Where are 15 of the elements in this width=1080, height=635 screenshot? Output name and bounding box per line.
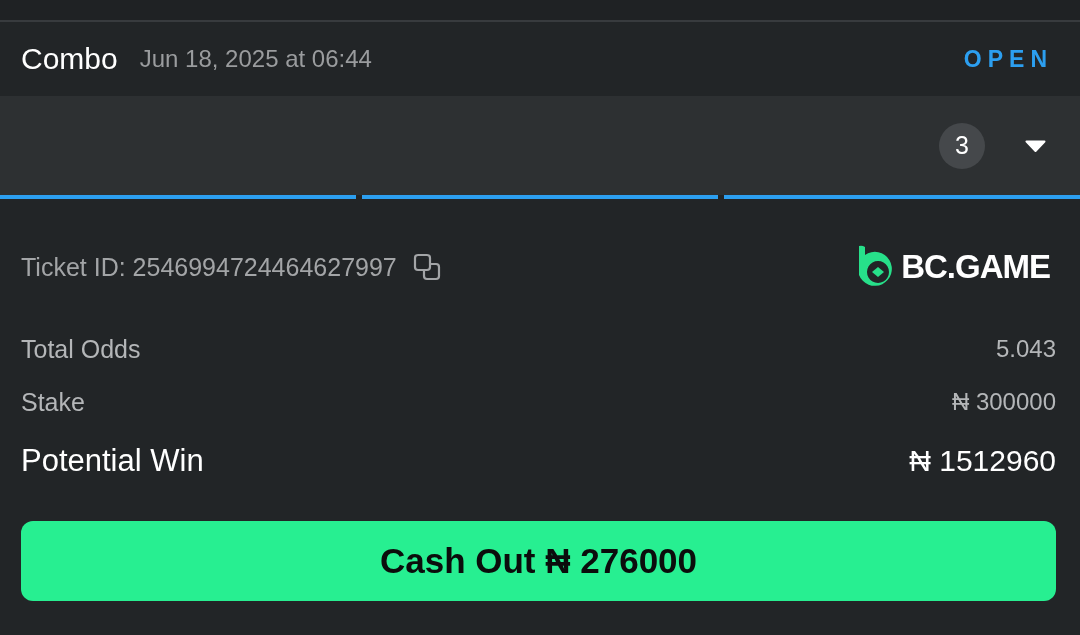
caret-down-icon[interactable] bbox=[1025, 139, 1046, 152]
copy-icon[interactable] bbox=[412, 253, 441, 281]
ticket-id: Ticket ID: 2546994724464627997 bbox=[21, 252, 397, 282]
summary-value: ₦ 1512960 bbox=[909, 444, 1056, 478]
summary-label: Stake bbox=[21, 387, 85, 417]
summary-value: 5.043 bbox=[995, 335, 1056, 363]
summary-label: Potential Win bbox=[21, 443, 204, 479]
bet-type-title: Combo bbox=[21, 42, 118, 76]
cash-out-button[interactable]: Cash Out ₦ 276000 bbox=[21, 521, 1056, 601]
bet-date: Jun 18, 2025 at 06:44 bbox=[139, 45, 372, 73]
brand-name: BC.GAME bbox=[901, 248, 1050, 286]
selection-count: 3 bbox=[939, 122, 985, 169]
summary-label: Total Odds bbox=[21, 334, 141, 364]
bet-status: OPEN bbox=[963, 45, 1053, 73]
summary-value: ₦ 300000 bbox=[951, 388, 1056, 416]
